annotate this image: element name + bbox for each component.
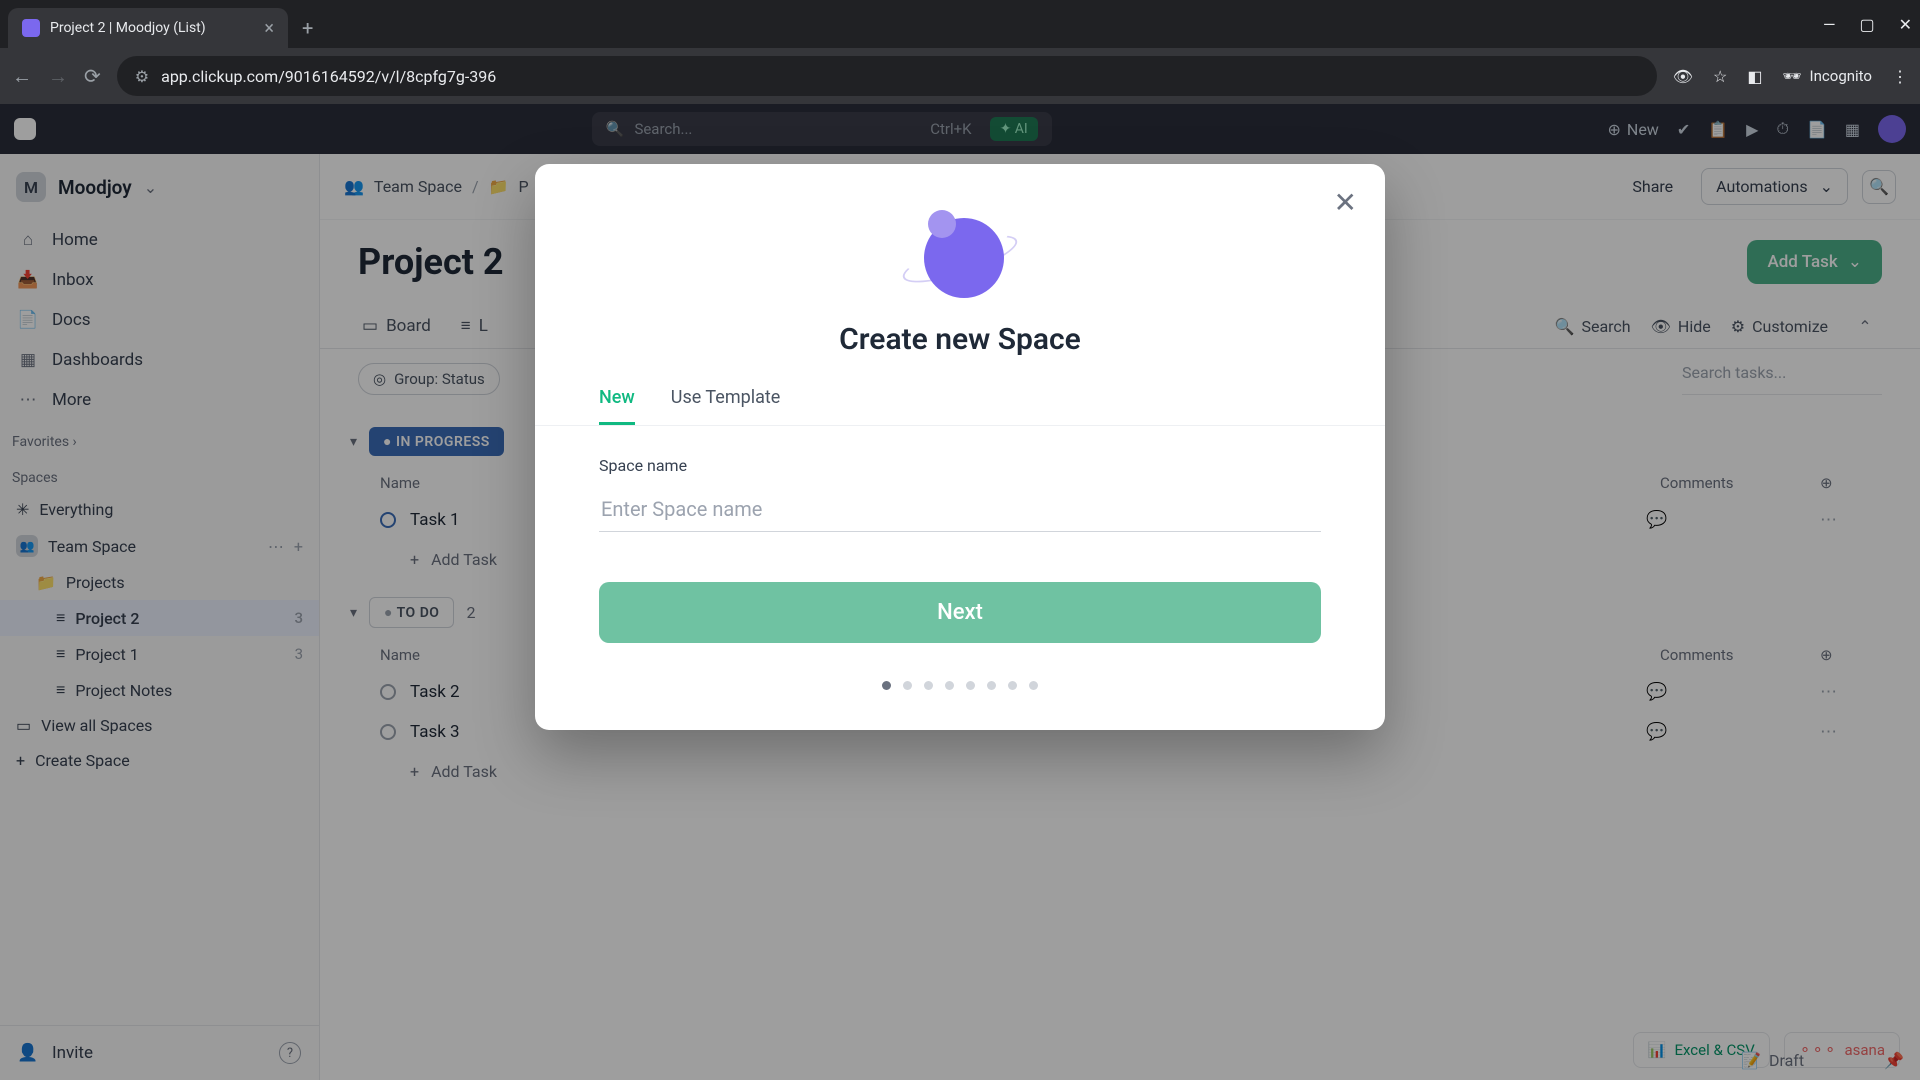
- incognito-badge: 🕶 Incognito: [1783, 67, 1873, 85]
- browser-toolbar: ← → ⟳ ⚙ app.clickup.com/9016164592/v/l/8…: [0, 48, 1920, 104]
- panel-icon[interactable]: ◧: [1747, 67, 1762, 86]
- url-text: app.clickup.com/9016164592/v/l/8cpfg7g-3…: [161, 67, 496, 86]
- close-window-icon[interactable]: ✕: [1899, 15, 1912, 34]
- space-name-input[interactable]: [599, 487, 1321, 532]
- reload-icon[interactable]: ⟳: [84, 64, 101, 88]
- modal-hero: Create new Space: [535, 204, 1385, 357]
- tab-close-icon[interactable]: ×: [264, 18, 274, 39]
- site-settings-icon[interactable]: ⚙: [135, 67, 149, 86]
- step-dot[interactable]: [987, 681, 996, 690]
- modal-title: Create new Space: [839, 322, 1081, 357]
- bookmark-icon[interactable]: ☆: [1713, 67, 1727, 86]
- favicon: [22, 19, 40, 37]
- eye-off-icon[interactable]: 👁: [1673, 67, 1693, 86]
- minimize-icon[interactable]: ―: [1823, 15, 1836, 34]
- step-dot[interactable]: [924, 681, 933, 690]
- next-button[interactable]: Next: [599, 582, 1321, 643]
- new-tab-button[interactable]: +: [302, 16, 313, 40]
- url-bar[interactable]: ⚙ app.clickup.com/9016164592/v/l/8cpfg7g…: [117, 56, 1657, 96]
- close-icon[interactable]: ✕: [1334, 186, 1357, 219]
- modal-body: Space name Next: [535, 426, 1385, 653]
- space-name-label: Space name: [599, 456, 1321, 475]
- kebab-icon[interactable]: ⋮: [1892, 67, 1908, 86]
- maximize-icon[interactable]: ▢: [1859, 15, 1874, 34]
- window-controls: ― ▢ ✕: [1823, 15, 1912, 34]
- modal-tab-template[interactable]: Use Template: [671, 387, 781, 425]
- step-dots: [535, 681, 1385, 690]
- step-dot[interactable]: [903, 681, 912, 690]
- modal-tabs: New Use Template: [535, 357, 1385, 426]
- step-dot[interactable]: [945, 681, 954, 690]
- tab-title: Project 2 | Moodjoy (List): [50, 20, 254, 36]
- step-dot[interactable]: [1029, 681, 1038, 690]
- step-dot[interactable]: [966, 681, 975, 690]
- create-space-modal: ✕ Create new Space New Use Template Spac…: [535, 164, 1385, 730]
- incognito-label: Incognito: [1810, 67, 1872, 85]
- planet-illustration: [910, 204, 1010, 304]
- browser-tab-bar: Project 2 | Moodjoy (List) × + ― ▢ ✕: [0, 0, 1920, 48]
- modal-backdrop[interactable]: ✕ Create new Space New Use Template Spac…: [0, 104, 1920, 1080]
- browser-tab[interactable]: Project 2 | Moodjoy (List) ×: [8, 8, 288, 48]
- incognito-icon: 🕶: [1783, 67, 1802, 85]
- modal-tab-new[interactable]: New: [599, 387, 635, 425]
- back-icon[interactable]: ←: [12, 64, 32, 89]
- step-dot[interactable]: [1008, 681, 1017, 690]
- forward-icon[interactable]: →: [48, 64, 68, 89]
- step-dot[interactable]: [882, 681, 891, 690]
